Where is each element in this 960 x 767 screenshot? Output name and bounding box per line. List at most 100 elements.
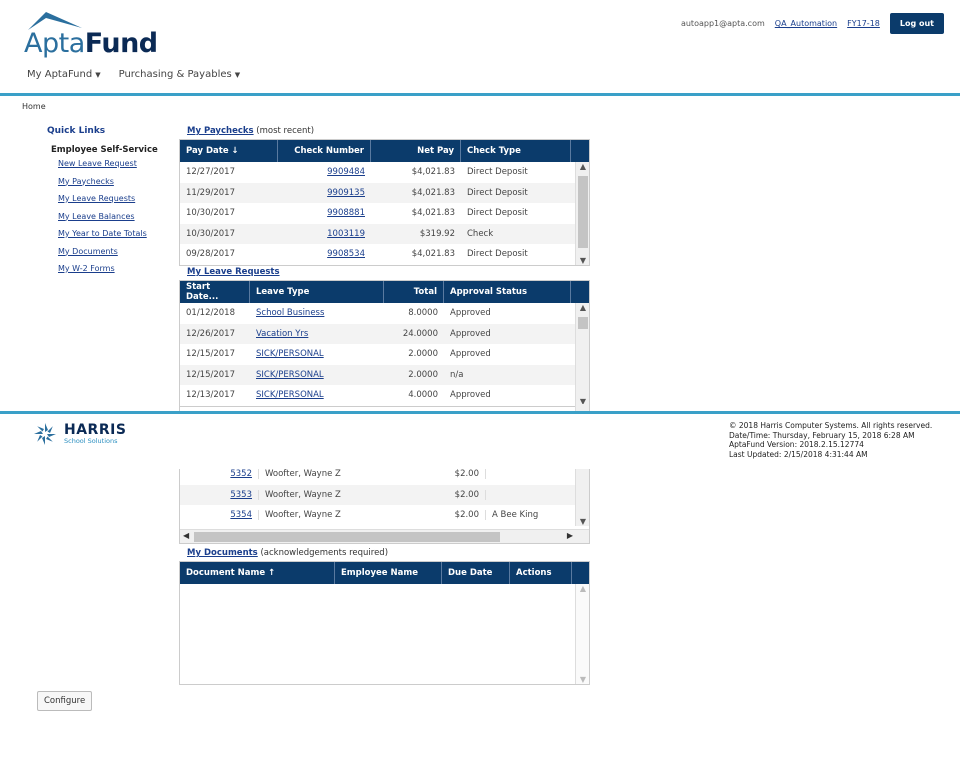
scroll-right-icon[interactable]: ▶ bbox=[567, 531, 573, 540]
col-check-number[interactable]: Check Number bbox=[278, 140, 371, 162]
quick-links-title: Quick Links bbox=[47, 126, 106, 136]
leave-requests-panel: My Leave Requests Start Date... Leave Ty… bbox=[179, 267, 590, 407]
table-row[interactable]: 12/27/2017 9909484 $4,021.83 Direct Deposit bbox=[180, 162, 589, 183]
leave-type-link[interactable]: SICK/PERSONAL bbox=[256, 349, 324, 359]
requisition-link[interactable]: 5354 bbox=[230, 510, 252, 520]
leave-type-link[interactable]: SICK/PERSONAL bbox=[256, 390, 324, 400]
check-type-cell: Check bbox=[467, 228, 494, 239]
check-number-link[interactable]: 9908881 bbox=[327, 208, 365, 218]
documents-scrollbar[interactable]: ▲ ▼ bbox=[575, 584, 589, 684]
scroll-down-icon[interactable]: ▼ bbox=[576, 675, 590, 684]
leave-requests-scrollbar[interactable]: ▲ ▼ bbox=[575, 303, 589, 406]
table-row[interactable]: 10/30/2017 9908881 $4,021.83 Direct Deposit bbox=[180, 203, 589, 224]
leave-type-link[interactable]: Vacation Yrs bbox=[256, 329, 308, 339]
quick-link-w2-forms[interactable]: My W-2 Forms bbox=[58, 264, 115, 273]
hscroll-thumb[interactable] bbox=[194, 532, 500, 542]
caret-down-icon: ▼ bbox=[95, 71, 101, 79]
datetime-text: Date/Time: Thursday, February 15, 2018 6… bbox=[729, 430, 915, 440]
quick-link-ytd-totals[interactable]: My Year to Date Totals bbox=[58, 229, 147, 238]
table-row[interactable]: 12/15/2017 SICK/PERSONAL 2.0000 Approved bbox=[180, 344, 589, 365]
scroll-up-icon[interactable]: ▲ bbox=[576, 162, 590, 171]
quick-link-my-documents[interactable]: My Documents bbox=[58, 247, 118, 256]
check-number-link[interactable]: 1003119 bbox=[327, 229, 365, 239]
pay-date-cell: 12/27/2017 bbox=[186, 167, 235, 178]
table-row[interactable]: 5353 Woofter, Wayne Z $2.00 bbox=[180, 484, 589, 505]
logo-apta: Apta bbox=[24, 28, 85, 59]
table-row[interactable]: 12/15/2017 SICK/PERSONAL 2.0000 n/a bbox=[180, 364, 589, 385]
scroll-left-icon[interactable]: ◀ bbox=[183, 531, 189, 540]
table-row[interactable]: 12/13/2017 SICK/PERSONAL 4.0000 Approved bbox=[180, 385, 589, 406]
quick-links-section: Employee Self-Service bbox=[51, 145, 158, 155]
caret-down-icon: ▼ bbox=[234, 71, 241, 79]
check-number-link[interactable]: 9908534 bbox=[327, 249, 365, 259]
user-link[interactable]: QA_Automation bbox=[775, 19, 837, 28]
col-leave-type[interactable]: Leave Type bbox=[250, 281, 384, 303]
total-cell: 24.0000 bbox=[402, 328, 438, 339]
status-cell: Approved bbox=[450, 349, 491, 360]
configure-button[interactable]: Configure bbox=[37, 691, 93, 711]
paychecks-scrollbar[interactable]: ▲ ▼ bbox=[575, 162, 589, 265]
nav-purchasing[interactable]: Purchasing & Payables ▼ bbox=[119, 69, 241, 80]
quick-link-my-paychecks[interactable]: My Paychecks bbox=[58, 177, 114, 186]
status-cell: n/a bbox=[450, 369, 464, 380]
col-total[interactable]: Total bbox=[384, 281, 444, 303]
start-date-cell: 12/26/2017 bbox=[186, 328, 235, 339]
status-cell: Approved bbox=[450, 308, 491, 319]
table-row[interactable]: 01/12/2018 School Business 8.0000 Approved bbox=[180, 303, 589, 324]
quick-link-my-leave-balances[interactable]: My Leave Balances bbox=[58, 212, 135, 221]
pay-date-cell: 09/28/2017 bbox=[186, 249, 235, 260]
documents-title[interactable]: My Documents bbox=[187, 548, 258, 558]
status-cell: Approved bbox=[450, 390, 491, 401]
scroll-up-icon[interactable]: ▲ bbox=[576, 303, 590, 312]
col-net-pay[interactable]: Net Pay bbox=[371, 140, 461, 162]
requisition-link[interactable]: 5353 bbox=[230, 490, 252, 500]
logout-button[interactable]: Log out bbox=[889, 13, 944, 34]
leave-requests-title[interactable]: My Leave Requests bbox=[187, 267, 280, 277]
quick-link-my-leave-requests[interactable]: My Leave Requests bbox=[58, 194, 135, 203]
scroll-thumb[interactable] bbox=[578, 176, 588, 248]
nav-my-aptafund-label: My AptaFund bbox=[27, 69, 93, 80]
requisition-link[interactable]: 5352 bbox=[230, 469, 252, 479]
footer-divider bbox=[0, 411, 960, 414]
col-actions[interactable]: Actions bbox=[510, 562, 572, 584]
quick-link-new-leave-request[interactable]: New Leave Request bbox=[58, 159, 137, 168]
table-row[interactable]: 10/30/2017 1003119 $319.92 Check bbox=[180, 223, 589, 244]
paychecks-title[interactable]: My Paychecks bbox=[187, 126, 254, 136]
scroll-down-icon[interactable]: ▼ bbox=[576, 517, 590, 526]
copyright-text: © 2018 Harris Computer Systems. All righ… bbox=[729, 421, 933, 430]
check-type-cell: Direct Deposit bbox=[467, 167, 528, 178]
col-due-date[interactable]: Due Date bbox=[442, 562, 510, 584]
paychecks-grid: Pay Date ↓ Check Number Net Pay Check Ty… bbox=[179, 139, 590, 266]
pay-date-cell: 10/30/2017 bbox=[186, 228, 235, 239]
col-employee-name[interactable]: Employee Name bbox=[335, 562, 442, 584]
nav-my-aptafund[interactable]: My AptaFund ▼ bbox=[27, 69, 101, 80]
leave-type-link[interactable]: SICK/PERSONAL bbox=[256, 370, 324, 380]
scroll-down-icon[interactable]: ▼ bbox=[576, 256, 590, 265]
employee-cell: Woofter, Wayne Z bbox=[258, 489, 408, 500]
status-cell: Approved bbox=[450, 328, 491, 339]
col-pay-date[interactable]: Pay Date ↓ bbox=[180, 140, 278, 162]
logo-fund: Fund bbox=[84, 28, 158, 59]
table-row[interactable]: 09/28/2017 9908534 $4,021.83 Direct Deposit bbox=[180, 244, 589, 265]
scroll-thumb[interactable] bbox=[578, 317, 588, 329]
check-number-link[interactable]: 9909135 bbox=[327, 188, 365, 198]
leave-type-link[interactable]: School Business bbox=[256, 308, 324, 318]
paychecks-suffix: (most recent) bbox=[253, 126, 315, 136]
scroll-up-icon[interactable]: ▲ bbox=[576, 584, 590, 593]
aptafund-logo[interactable]: AptaFund bbox=[24, 10, 158, 60]
table-row[interactable]: 12/26/2017 Vacation Yrs 24.0000 Approved bbox=[180, 323, 589, 344]
breadcrumb[interactable]: Home bbox=[22, 102, 46, 111]
col-document-name[interactable]: Document Name ↑ bbox=[180, 562, 335, 584]
col-approval-status[interactable]: Approval Status bbox=[444, 281, 571, 303]
requisitions-hscrollbar[interactable]: ◀ ▶ bbox=[180, 529, 589, 543]
amount-cell: $2.00 bbox=[408, 469, 486, 480]
col-start-date[interactable]: Start Date... bbox=[180, 281, 250, 303]
harris-sub: School Solutions bbox=[64, 437, 118, 445]
fiscal-year-link[interactable]: FY17-18 bbox=[847, 19, 880, 28]
check-number-link[interactable]: 9909484 bbox=[327, 167, 365, 177]
employee-cell: Woofter, Wayne Z bbox=[258, 469, 408, 480]
net-pay-cell: $4,021.83 bbox=[411, 187, 455, 198]
col-check-type[interactable]: Check Type bbox=[461, 140, 571, 162]
table-row[interactable]: 11/29/2017 9909135 $4,021.83 Direct Deposit bbox=[180, 182, 589, 203]
table-row[interactable]: 5354 Woofter, Wayne Z $2.00 A Bee King bbox=[180, 505, 589, 526]
